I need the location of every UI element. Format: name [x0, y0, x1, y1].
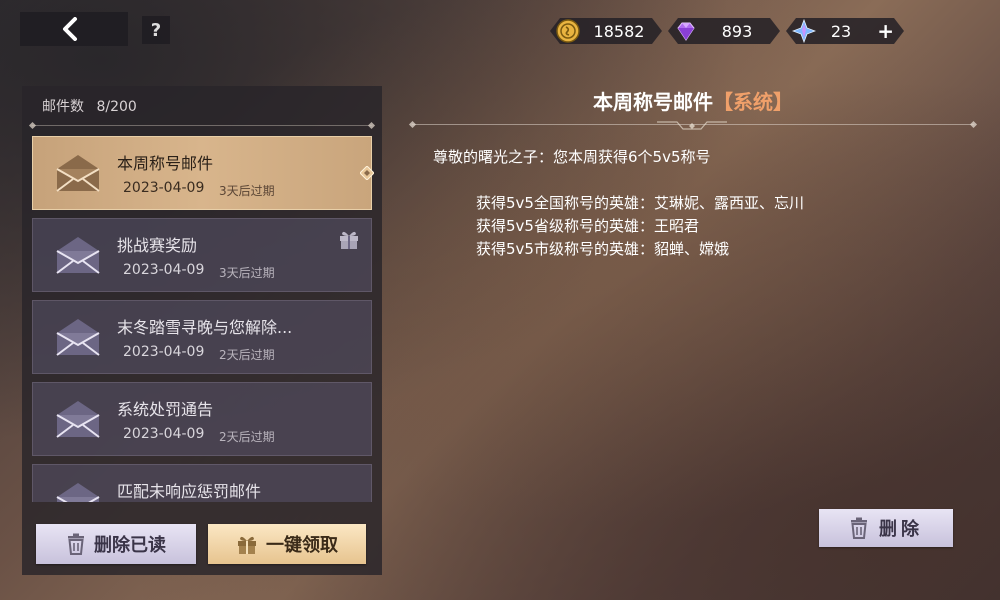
- envelope-icon: [56, 483, 100, 502]
- gold-amount: 18582: [593, 21, 645, 41]
- claim-all-label: 一键领取: [266, 535, 338, 556]
- add-crystal-button[interactable]: +: [877, 19, 894, 43]
- diamond-amount: 893: [721, 21, 753, 41]
- envelope-icon: [56, 155, 100, 192]
- header-divider: [412, 121, 974, 130]
- mail-expiry: 2天后过期: [219, 430, 275, 444]
- mail-expiry: 3天后过期: [219, 184, 275, 198]
- mail-count: 邮件数 8/200: [42, 96, 137, 116]
- trash-icon: [68, 533, 84, 555]
- mail-detail-title: 本周称号邮件【系统】: [410, 86, 976, 115]
- mail-title: 匹配未响应惩罚邮件: [117, 482, 262, 501]
- mail-list[interactable]: 本周称号邮件 2023-04-09 3天后过期 挑战赛奖励 2023-04-09…: [32, 136, 372, 502]
- blue-star-crystal-icon: [792, 19, 816, 43]
- mail-detail-tag: 【系统】: [713, 90, 793, 114]
- mail-date: 2023-04-09: [123, 426, 205, 442]
- mail-item[interactable]: 末冬踏雪寻晚与您解除... 2023-04-09 2天后过期: [32, 300, 372, 374]
- mail-title: 挑战赛奖励: [117, 236, 198, 255]
- mail-count-value: 8/200: [96, 99, 137, 115]
- help-button[interactable]: ?: [142, 16, 170, 44]
- envelope-icon: [56, 319, 100, 356]
- panel-divider: [32, 125, 372, 126]
- divider-ornament-icon: [657, 121, 727, 130]
- claim-all-button[interactable]: 一键领取: [208, 524, 366, 564]
- gold-coin-icon: [556, 19, 580, 43]
- crystal-amount: 23: [830, 21, 852, 41]
- purple-diamond-icon: [674, 19, 698, 43]
- mail-expiry: 2天后过期: [219, 348, 275, 362]
- mail-title: 本周称号邮件: [117, 154, 214, 173]
- chevron-left-icon: [63, 17, 77, 41]
- envelope-icon: [56, 401, 100, 438]
- mail-date: 2023-04-09: [123, 262, 205, 278]
- mail-date: 2023-04-09: [123, 344, 205, 360]
- selected-indicator-icon: [360, 166, 374, 180]
- mail-greeting: 尊敬的曙光之子：您本周获得6个5v5称号: [433, 148, 711, 166]
- mail-item[interactable]: 本周称号邮件 2023-04-09 3天后过期: [32, 136, 372, 210]
- mail-list-panel: 邮件数 8/200 本周称号邮件 2023-04-09 3天后过期 挑战赛奖励 …: [22, 86, 382, 575]
- mail-item[interactable]: 匹配未响应惩罚邮件: [32, 464, 372, 502]
- delete-mail-label: 删除: [879, 519, 923, 540]
- mail-detail-title-text: 本周称号邮件: [593, 90, 713, 114]
- trash-icon: [851, 517, 867, 539]
- back-button[interactable]: [20, 12, 128, 46]
- delete-read-label: 删除已读: [94, 535, 166, 556]
- mail-date: 2023-04-09: [123, 180, 205, 196]
- mail-title: 系统处罚通告: [117, 400, 214, 419]
- mail-body-line: 获得5v5省级称号的英雄：王昭君: [476, 217, 699, 235]
- gift-icon: [238, 536, 256, 554]
- delete-read-button[interactable]: 删除已读: [36, 524, 196, 564]
- mail-expiry: 3天后过期: [219, 266, 275, 280]
- mail-item[interactable]: 挑战赛奖励 2023-04-09 3天后过期: [32, 218, 372, 292]
- mail-count-label: 邮件数: [42, 99, 84, 115]
- mail-body-line: 获得5v5市级称号的英雄：貂蝉、嫦娥: [476, 240, 729, 258]
- gift-icon: [340, 231, 358, 249]
- mail-item[interactable]: 系统处罚通告 2023-04-09 2天后过期: [32, 382, 372, 456]
- mail-body-line: 获得5v5全国称号的英雄：艾琳妮、露西亚、忘川: [476, 194, 804, 212]
- crystal-currency: 23 +: [786, 18, 904, 44]
- gold-currency: 18582: [550, 18, 662, 44]
- delete-mail-button[interactable]: 删除: [819, 509, 953, 547]
- envelope-icon: [56, 237, 100, 274]
- mail-title: 末冬踏雪寻晚与您解除...: [117, 318, 293, 337]
- diamond-currency: 893: [668, 18, 780, 44]
